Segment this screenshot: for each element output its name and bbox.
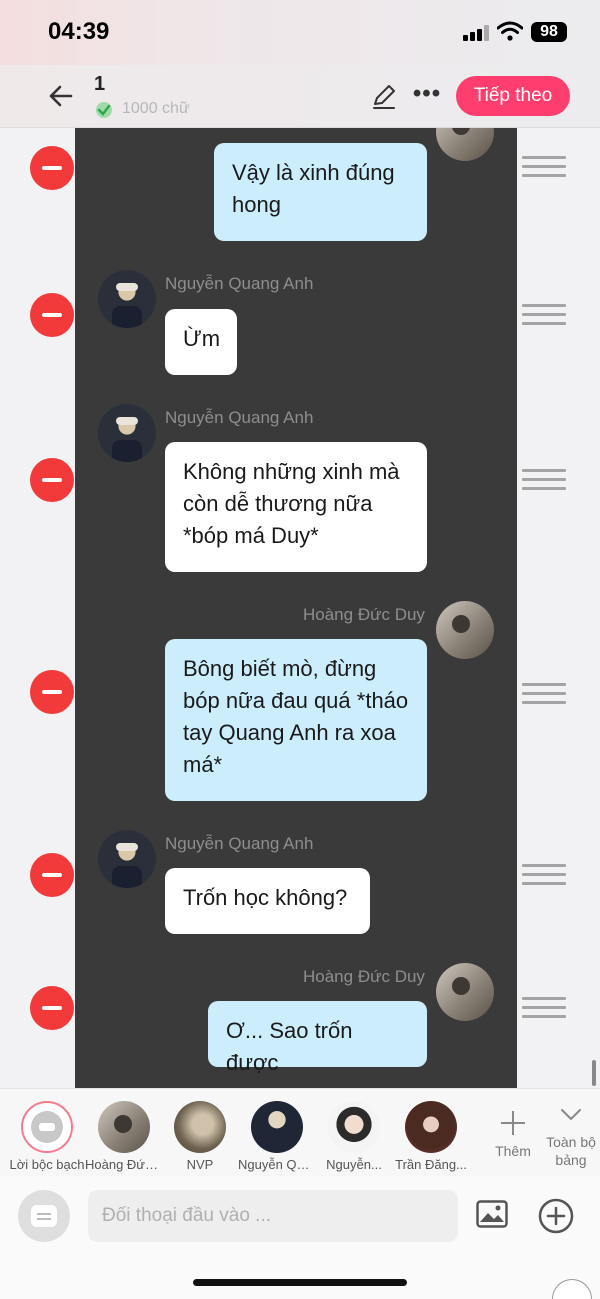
message-bubble[interactable]: Ừm bbox=[165, 309, 237, 375]
word-count: 1000 chữ bbox=[122, 100, 190, 117]
next-button[interactable]: Tiếp theo bbox=[456, 76, 570, 116]
avatar bbox=[174, 1101, 226, 1153]
delete-message-button[interactable] bbox=[30, 146, 74, 190]
add-character-button[interactable]: Thêm bbox=[484, 1089, 542, 1177]
chat-editor: Vậy là xinh đúng hong Nguyễn Quang Anh Ừ… bbox=[0, 128, 600, 1088]
character-label: Nguyễn Quang Anh bbox=[238, 1157, 316, 1172]
character-nguyen-quang-anh[interactable]: Nguyễn Quang Anh bbox=[238, 1089, 316, 1177]
drag-handle-icon[interactable] bbox=[522, 997, 566, 1021]
sender-name: Nguyễn Quang Anh bbox=[165, 408, 314, 427]
scrollbar-thumb[interactable] bbox=[592, 1060, 596, 1086]
plus-icon bbox=[501, 1111, 525, 1135]
sender-name: Nguyễn Quang Anh bbox=[165, 274, 314, 293]
expand-all-label: Toàn bộ bảng bbox=[546, 1134, 596, 1168]
message-bubble[interactable]: Không những xinh mà còn dễ thương nữa *b… bbox=[165, 442, 427, 572]
narration-toggle-button[interactable] bbox=[18, 1190, 70, 1242]
delete-message-button[interactable] bbox=[30, 853, 74, 897]
character-nvp[interactable]: NVP bbox=[161, 1089, 239, 1177]
status-bar: 04:39 98 bbox=[0, 0, 600, 65]
image-icon[interactable] bbox=[476, 1200, 508, 1228]
add-icon[interactable] bbox=[538, 1198, 574, 1234]
avatar bbox=[405, 1101, 457, 1153]
back-arrow-icon[interactable] bbox=[44, 79, 78, 113]
narration-icon bbox=[21, 1101, 73, 1153]
dialogue-input[interactable] bbox=[88, 1190, 458, 1242]
pencil-icon[interactable] bbox=[370, 83, 398, 111]
message-bubble[interactable]: Bông biết mò, đừng bóp nữa đau quá *tháo… bbox=[165, 639, 427, 801]
avatar bbox=[251, 1101, 303, 1153]
avatar bbox=[436, 601, 494, 659]
sender-name: Nguyễn Quang Anh bbox=[165, 834, 314, 853]
avatar bbox=[98, 270, 156, 328]
editor-header: 1 1000 chữ ••• Tiếp theo bbox=[0, 65, 600, 128]
sender-name: Hoàng Đức Duy bbox=[303, 605, 425, 624]
character-picker: Lời bộc bạch Hoàng Đức Duy NVP Nguyễn Qu… bbox=[0, 1088, 600, 1176]
avatar bbox=[328, 1101, 380, 1153]
character-label: NVP bbox=[186, 1157, 214, 1172]
character-narration[interactable]: Lời bộc bạch bbox=[8, 1089, 86, 1177]
status-time: 04:39 bbox=[48, 18, 110, 45]
more-options-icon[interactable]: ••• bbox=[410, 82, 444, 111]
avatar bbox=[98, 404, 156, 462]
delete-message-button[interactable] bbox=[30, 293, 74, 337]
character-label: Trần Đăng... bbox=[395, 1157, 467, 1172]
character-tran-dang[interactable]: Trần Đăng... bbox=[392, 1089, 470, 1177]
avatar bbox=[436, 963, 494, 1021]
avatar bbox=[98, 830, 156, 888]
add-character-label: Thêm bbox=[495, 1143, 531, 1159]
battery-indicator: 98 bbox=[531, 22, 567, 42]
avatar bbox=[98, 1101, 150, 1153]
wifi-icon bbox=[497, 21, 523, 41]
check-icon bbox=[96, 102, 112, 118]
home-indicator bbox=[193, 1279, 407, 1286]
character-label: Lời bộc bạch bbox=[9, 1157, 85, 1172]
message-bubble[interactable]: Vậy là xinh đúng hong bbox=[214, 143, 427, 241]
character-hoang-duc-duy[interactable]: Hoàng Đức Duy bbox=[85, 1089, 163, 1177]
cellular-signal-icon bbox=[463, 25, 489, 41]
delete-message-button[interactable] bbox=[30, 670, 74, 714]
character-label: Nguyễn... bbox=[326, 1157, 382, 1172]
drag-handle-icon[interactable] bbox=[522, 156, 566, 180]
delete-message-button[interactable] bbox=[30, 986, 74, 1030]
drag-handle-icon[interactable] bbox=[522, 864, 566, 888]
chevron-down-icon bbox=[561, 1109, 581, 1121]
expand-all-button[interactable]: Toàn bộ bảng bbox=[542, 1089, 600, 1177]
sender-name: Hoàng Đức Duy bbox=[303, 967, 425, 986]
message-bubble[interactable]: Trốn học không? bbox=[165, 868, 370, 934]
chapter-number: 1 bbox=[94, 73, 106, 95]
delete-message-button[interactable] bbox=[30, 458, 74, 502]
drag-handle-icon[interactable] bbox=[522, 304, 566, 328]
character-nguyen[interactable]: Nguyễn... bbox=[315, 1089, 393, 1177]
drag-handle-icon[interactable] bbox=[522, 469, 566, 493]
drag-handle-icon[interactable] bbox=[522, 683, 566, 707]
character-label: Hoàng Đức Duy bbox=[85, 1157, 163, 1172]
message-bubble[interactable]: Ơ... Sao trốn được bbox=[208, 1001, 427, 1075]
